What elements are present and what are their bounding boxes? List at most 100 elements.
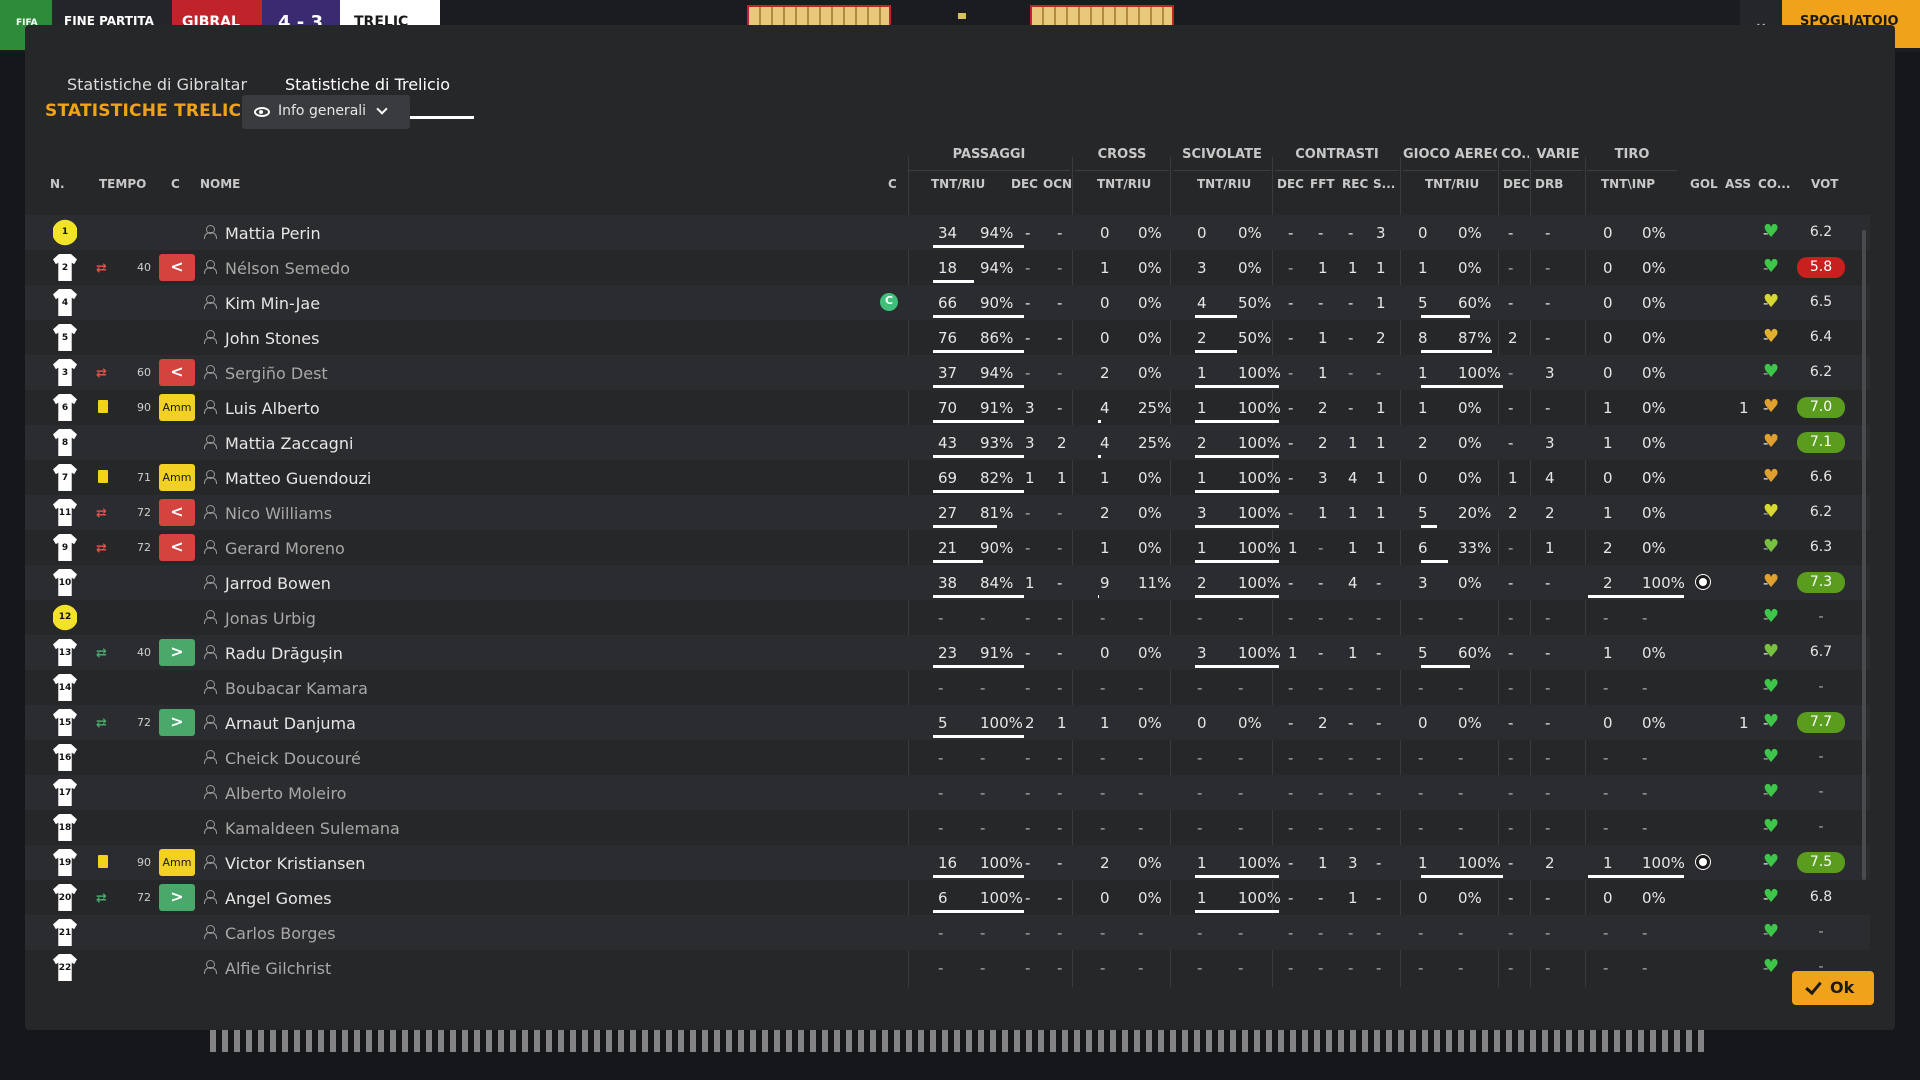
stats-modal: Statistiche di Gibraltar Statistiche di … [25,25,1895,1030]
player-name[interactable]: Luis Alberto [225,399,320,418]
person-icon [204,575,217,589]
col-card[interactable]: C [171,177,180,191]
table-row[interactable]: 4 Kim Min-Jae C 66 90% - -0 0% 4 50% - - -1 5 60% - -0 0%… [25,285,1870,320]
table-row[interactable]: 13 ⇄ 40 > Radu Drăgușin 23 91% - -0 0% 3 100% 1-1-5 6… [25,635,1870,670]
player-name[interactable]: Sergiño Dest [225,364,328,383]
col-shots[interactable]: TNT\INP [1601,177,1655,191]
table-row[interactable]: 10 Jarrod Bowen 38 84% 1-9 11% 2 100% - -4-3 0% - -2… [25,565,1870,600]
shirt-icon: 19 [53,849,77,876]
col-condition[interactable]: CO... [1758,177,1790,191]
player-name[interactable]: Kim Min-Jae [225,294,320,313]
table-row[interactable]: 2 ⇄ 40 < Nélson Semedo 18 94% - -1 0% 3 0% -1 1 1 1 0% - -… [25,250,1870,285]
player-name[interactable]: Arnaut Danjuma [225,714,356,733]
player-name[interactable]: Alberto Moleiro [225,784,346,803]
stat-cell: - [1197,924,1203,942]
stat-cell: 0% [1642,539,1666,557]
table-row[interactable]: 8 Mattia Zaccagni 43 93% 3 2 4 25% 2 100% -2 1 1 2 0% -… [25,425,1870,460]
stat-cell: - [1318,644,1324,662]
col-pass-attempts[interactable]: TNT/RIU [931,177,985,191]
col-pass-ocn[interactable]: OCN [1043,177,1072,191]
stat-cell: 0 [1603,714,1613,732]
stat-cell: - [1238,924,1244,942]
player-name[interactable]: Victor Kristiansen [225,854,365,873]
col-cross-attempts[interactable]: TNT/RIU [1097,177,1151,191]
table-row[interactable]: 9 ⇄ 72 < Gerard Moreno 21 90% - -1 0% 1 100% 1-1 1 6 33… [25,530,1870,565]
stat-cell: 1 [1197,539,1207,557]
col-aerial-attempts[interactable]: TNT/RIU [1425,177,1479,191]
player-name[interactable]: Carlos Borges [225,924,336,943]
person-icon [204,400,217,414]
col-pass-dec[interactable]: DEC [1011,177,1038,191]
stat-cell: 0% [1138,294,1162,312]
table-row[interactable]: 15 ⇄ 72 > Arnaut Danjuma 5 100% 2 1 1 0% 0 0% -2- -0 0%… [25,705,1870,740]
col-tackle-attempts[interactable]: TNT/RIU [1197,177,1251,191]
table-row[interactable]: 7 71 Amm Matteo Guendouzi 69 82% 1 1 1 0% 1 100% -3 4… [25,460,1870,495]
table-row[interactable]: 1 Mattia Perin 34 94% - -0 0% 0 0% - - -3 0 0% - -0 0% - ♥… [25,215,1870,250]
player-name[interactable]: Angel Gomes [225,889,332,908]
table-row[interactable]: 22 Alfie Gilchrist - - - - - - - - - - - - - - - - - - - ♥ - [25,950,1870,985]
player-name[interactable]: Radu Drăgușin [225,644,343,663]
player-name[interactable]: John Stones [225,329,319,348]
stat-cell: 9 [1100,574,1110,592]
col-duel-fft[interactable]: FFT [1310,177,1335,191]
player-name[interactable]: Jonas Urbig [225,609,316,628]
person-icon [204,295,217,309]
stat-cell: - [1288,364,1294,382]
col-duel-s[interactable]: S... [1373,177,1395,191]
table-row[interactable]: 20 ⇄ 72 > Angel Gomes 6 100% - -0 0% 1 100% - -1-0 0% -… [25,880,1870,915]
stat-cell: - [980,784,986,802]
col-duel-rec[interactable]: REC [1342,177,1368,191]
stat-cell: - [1025,644,1031,662]
table-row[interactable]: 6 90 Amm Luis Alberto 70 91% 3-4 25% 1 100% -2-1 1 0… [25,390,1870,425]
table-row[interactable]: 21 Carlos Borges - - - - - - - - - - - - - - - - - - - ♥ - [25,915,1870,950]
table-row[interactable]: 18 Kamaldeen Sulemana - - - - - - - - - - - - - - - - - - - ♥… [25,810,1870,845]
player-name[interactable]: Mattia Perin [225,224,321,243]
table-row[interactable]: 5 John Stones 76 86% - -0 0% 2 50% -1-2 8 87% 2-0 0% -… [25,320,1870,355]
view-dropdown[interactable]: Info generali [242,95,410,129]
stat-cell: - [1238,749,1244,767]
col-goals[interactable]: GOL [1690,177,1718,191]
col-rating[interactable]: VOT [1811,177,1838,191]
table-row[interactable]: 12 Jonas Urbig - - - - - - - - - - - - - - - - - - - ♥ - [25,600,1870,635]
ok-button[interactable]: Ok [1792,971,1874,1005]
player-name[interactable]: Nico Williams [225,504,332,523]
player-name[interactable]: Nélson Semedo [225,259,350,278]
player-name[interactable]: Boubacar Kamara [225,679,368,698]
col-number[interactable]: N. [50,177,65,191]
stat-cell: 1 [1739,714,1749,732]
table-row[interactable]: 19 90 Amm Victor Kristiansen 16 100% - -2 0% 1 100… [25,845,1870,880]
player-name[interactable]: Jarrod Bowen [225,574,331,593]
col-duel-dec[interactable]: DEC [1277,177,1304,191]
success-rate-bar [1195,490,1279,493]
col-misc-drb[interactable]: DRB [1535,177,1563,191]
player-name[interactable]: Mattia Zaccagni [225,434,353,453]
rating-badge: 6.2 [1809,364,1833,380]
player-name[interactable]: Alfie Gilchrist [225,959,331,978]
player-name[interactable]: Gerard Moreno [225,539,345,558]
stat-cell: - [1508,609,1514,627]
player-name[interactable]: Cheick Doucouré [225,749,361,768]
table-row[interactable]: 17 Alberto Moleiro - - - - - - - - - - - - - - - - - - - ♥ - [25,775,1870,810]
stat-cell: - [1288,224,1294,242]
stat-cell: 87% [1458,329,1492,347]
stat-cell: 2 [1057,434,1067,452]
table-row[interactable]: 16 Cheick Doucouré - - - - - - - - - - - - - - - - - - - ♥ - [25,740,1870,775]
col-time[interactable]: TEMPO [99,177,146,191]
stat-cell: 0% [1458,224,1482,242]
shirt-icon: 20 [53,884,77,911]
col-captain[interactable]: C [888,177,897,191]
table-row[interactable]: 3 ⇄ 60 < Sergiño Dest 37 94% - -2 0% 1 100% -1- -1 100… [25,355,1870,390]
col-co-dec[interactable]: DEC [1503,177,1530,191]
success-rate-bar [1588,595,1684,598]
col-assists[interactable]: ASS [1725,177,1751,191]
table-row[interactable]: 11 ⇄ 72 < Nico Williams 27 81% - -2 0% 3 100% -1 1 1 5 2… [25,495,1870,530]
goalkeeper-shirt-icon: 12 [53,604,77,631]
player-name[interactable]: Matteo Guendouzi [225,469,371,488]
player-name[interactable]: Kamaldeen Sulemana [225,819,400,838]
col-name[interactable]: NOME [200,177,240,191]
table-row[interactable]: 14 Boubacar Kamara - - - - - - - - - - - - - - - - - - - ♥ - [25,670,1870,705]
table-scrollbar[interactable] [1862,230,1866,880]
stat-cell: 43 [938,434,958,452]
stat-cell: 0% [1138,224,1162,242]
stat-cell: - [1348,364,1354,382]
